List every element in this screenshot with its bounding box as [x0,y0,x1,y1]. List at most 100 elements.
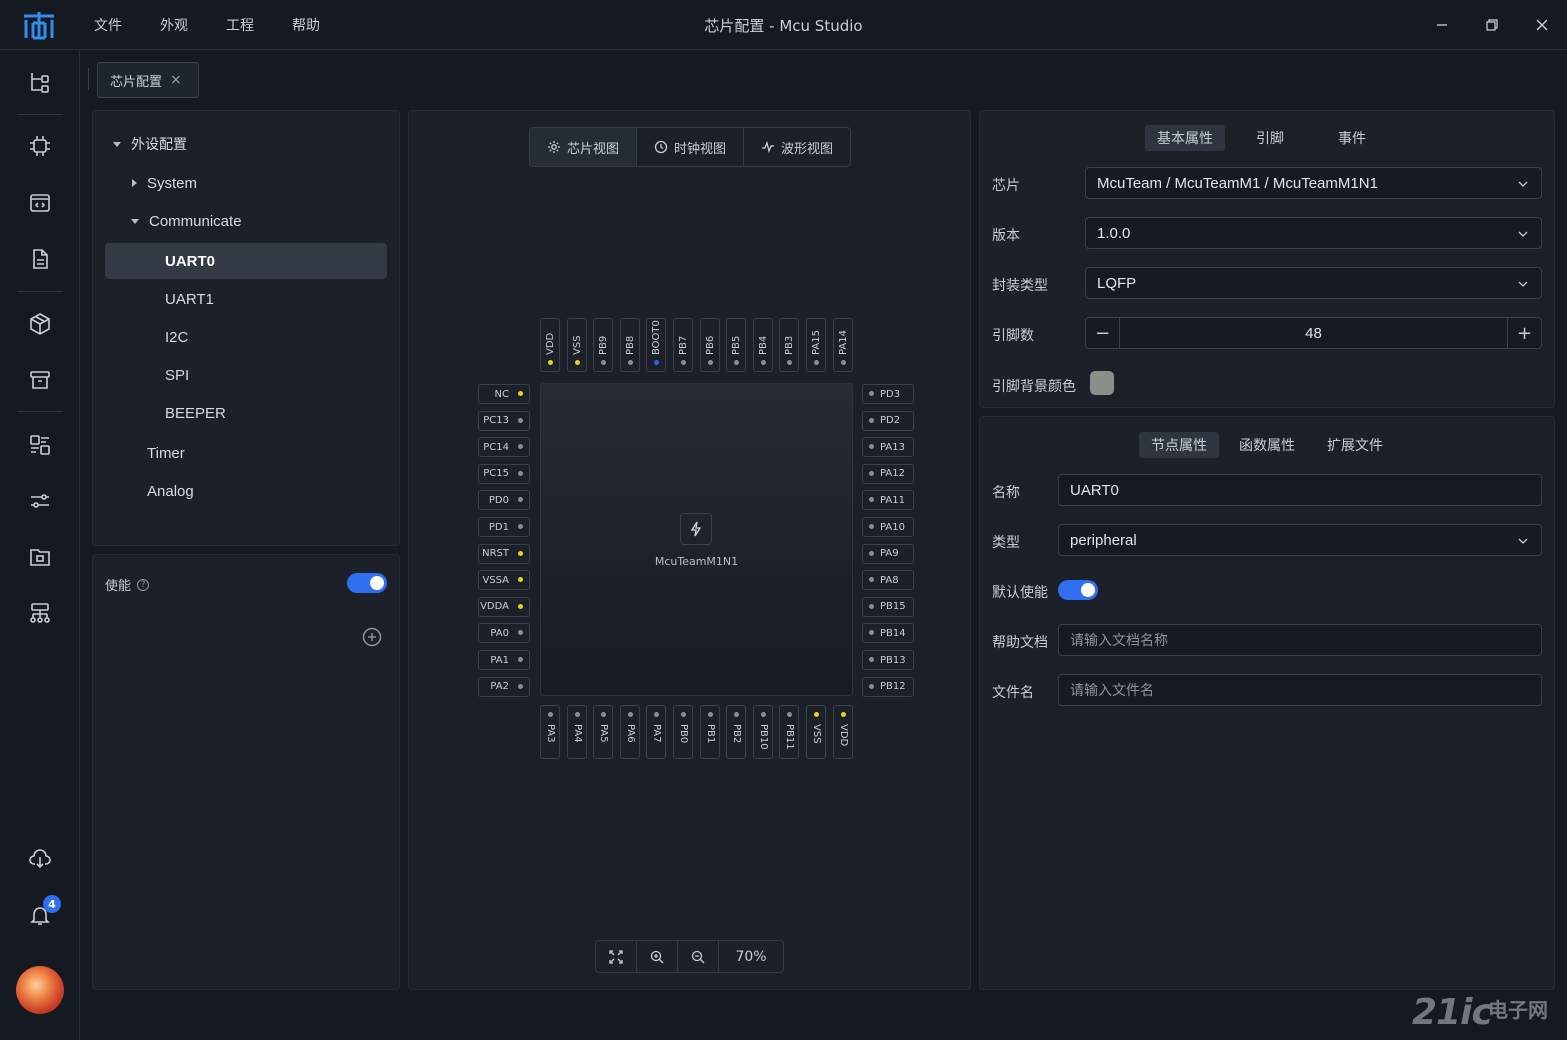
tree-item-uart0[interactable]: UART0 [165,243,215,279]
archive-icon[interactable] [26,366,54,394]
pin-pb4[interactable]: PB4 [752,318,773,372]
tab-node-properties[interactable]: 节点属性 [1139,432,1219,458]
tree-icon[interactable] [26,68,54,96]
close-window-button[interactable] [1530,13,1554,37]
pin-pb14[interactable]: PB14 [862,623,914,644]
pin-pd3[interactable]: PD3 [862,384,914,404]
help-doc-input[interactable]: 请输入文档名称 [1058,624,1542,656]
pin-pa15[interactable]: PA15 [806,318,826,372]
pin-pc13[interactable]: PC13 [478,410,530,431]
pin-pa14[interactable]: PA14 [832,318,853,372]
pin-pa7[interactable]: PA7 [646,705,667,759]
tab-waveform-view[interactable]: 波形视图 [744,128,850,166]
component-icon[interactable] [26,431,54,459]
hierarchy-icon[interactable] [26,599,54,627]
tab-basic-properties[interactable]: 基本属性 [1145,125,1225,151]
zoom-in-button[interactable] [637,941,678,972]
type-select[interactable]: peripheral [1058,524,1542,556]
pin-pb1[interactable]: PB1 [699,705,720,759]
pin-pb0[interactable]: PB0 [673,705,693,759]
pin-pb6[interactable]: PB6 [699,318,720,372]
pin-pb10[interactable]: PB10 [752,705,773,759]
tab-chip-view[interactable]: 芯片视图 [530,128,637,166]
pin-pb9[interactable]: PB9 [593,318,614,372]
pin-pa2[interactable]: PA2 [478,676,530,697]
pin-pa13[interactable]: PA13 [862,437,914,458]
pin-nc[interactable]: NC [478,384,530,404]
tab-extension-files[interactable]: 扩展文件 [1319,432,1391,458]
pin-pd2[interactable]: PD2 [862,410,914,431]
pin-pc15[interactable]: PC15 [478,463,530,484]
pin-pb7[interactable]: PB7 [673,318,693,372]
code-window-icon[interactable] [26,189,54,217]
pin-pa10[interactable]: PA10 [862,517,914,537]
pin-pb5[interactable]: PB5 [726,318,747,372]
pin-pb11[interactable]: PB11 [779,705,800,759]
pin-pd0[interactable]: PD0 [478,490,530,511]
pin-pb12[interactable]: PB12 [862,676,914,697]
pin-vdda[interactable]: VDDA [478,596,530,617]
tree-item-beeper[interactable]: BEEPER [165,395,226,431]
fit-screen-button[interactable] [596,941,637,972]
pin-count-value[interactable]: 48 [1120,318,1507,348]
decrement-button[interactable]: − [1086,318,1120,348]
enable-toggle[interactable] [347,573,387,593]
document-icon[interactable] [26,245,54,273]
increment-button[interactable]: + [1507,318,1541,348]
tab-clock-view[interactable]: 时钟视图 [637,128,744,166]
file-name-input[interactable]: 请输入文件名 [1058,674,1542,706]
pin-pb13[interactable]: PB13 [862,650,914,670]
pin-vdd[interactable]: VDD [832,705,853,759]
chip-select[interactable]: McuTeam / McuTeamM1 / McuTeamM1N1 [1085,167,1542,199]
pin-pa3[interactable]: PA3 [540,705,560,759]
pin-pa11[interactable]: PA11 [862,490,914,511]
cloud-download-icon[interactable] [26,844,54,872]
pin-pb3[interactable]: PB3 [779,318,800,372]
pin-vss[interactable]: VSS [806,705,826,759]
tab-function-properties[interactable]: 函数属性 [1231,432,1303,458]
help-icon[interactable]: ? [137,578,150,591]
tree-item-uart1[interactable]: UART1 [165,281,214,317]
tab-events[interactable]: 事件 [1325,125,1379,151]
pin-pb2[interactable]: PB2 [726,705,747,759]
version-select[interactable]: 1.0.0 [1085,217,1542,249]
pin-pa5[interactable]: PA5 [593,705,614,759]
pin-pa0[interactable]: PA0 [478,623,530,644]
pin-pa1[interactable]: PA1 [478,650,530,670]
pin-pa8[interactable]: PA8 [862,570,914,591]
menu-file[interactable]: 文件 [94,15,122,35]
package-select[interactable]: LQFP [1085,267,1542,299]
tree-item-communicate[interactable]: Communicate [131,203,242,239]
folder-icon[interactable] [26,543,54,571]
add-circle-icon[interactable] [362,627,382,651]
default-enable-toggle[interactable] [1058,580,1098,600]
pin-bg-color-swatch[interactable] [1090,371,1114,395]
pin-pb15[interactable]: PB15 [862,596,914,617]
tree-item-spi[interactable]: SPI [165,357,189,393]
pin-vdd[interactable]: VDD [540,318,560,372]
pin-nrst[interactable]: NRST [478,543,530,564]
tab-chip-config[interactable]: 芯片配置 × [97,62,199,98]
pin-pa12[interactable]: PA12 [862,463,914,484]
pin-pb8[interactable]: PB8 [619,318,640,372]
pin-vss[interactable]: VSS [566,318,587,372]
minimize-button[interactable] [1430,13,1454,37]
pin-pc14[interactable]: PC14 [478,437,530,458]
pin-pa4[interactable]: PA4 [566,705,587,759]
name-input[interactable]: UART0 [1058,474,1542,506]
menu-appearance[interactable]: 外观 [160,15,188,35]
zoom-out-button[interactable] [678,941,719,972]
sliders-icon[interactable] [26,487,54,515]
tree-root-peripheral-config[interactable]: 外设配置 [113,126,187,162]
tree-item-system[interactable]: System [132,165,197,201]
pin-pa6[interactable]: PA6 [619,705,640,759]
menu-help[interactable]: 帮助 [292,15,320,35]
pin-boot0[interactable]: BOOT0 [646,318,667,372]
avatar[interactable] [16,966,64,1014]
package-icon[interactable] [26,310,54,338]
pin-vssa[interactable]: VSSA [478,570,530,591]
restore-button[interactable] [1480,13,1504,37]
chip-icon[interactable] [26,132,54,160]
pin-pa9[interactable]: PA9 [862,543,914,564]
pin-pd1[interactable]: PD1 [478,517,530,537]
